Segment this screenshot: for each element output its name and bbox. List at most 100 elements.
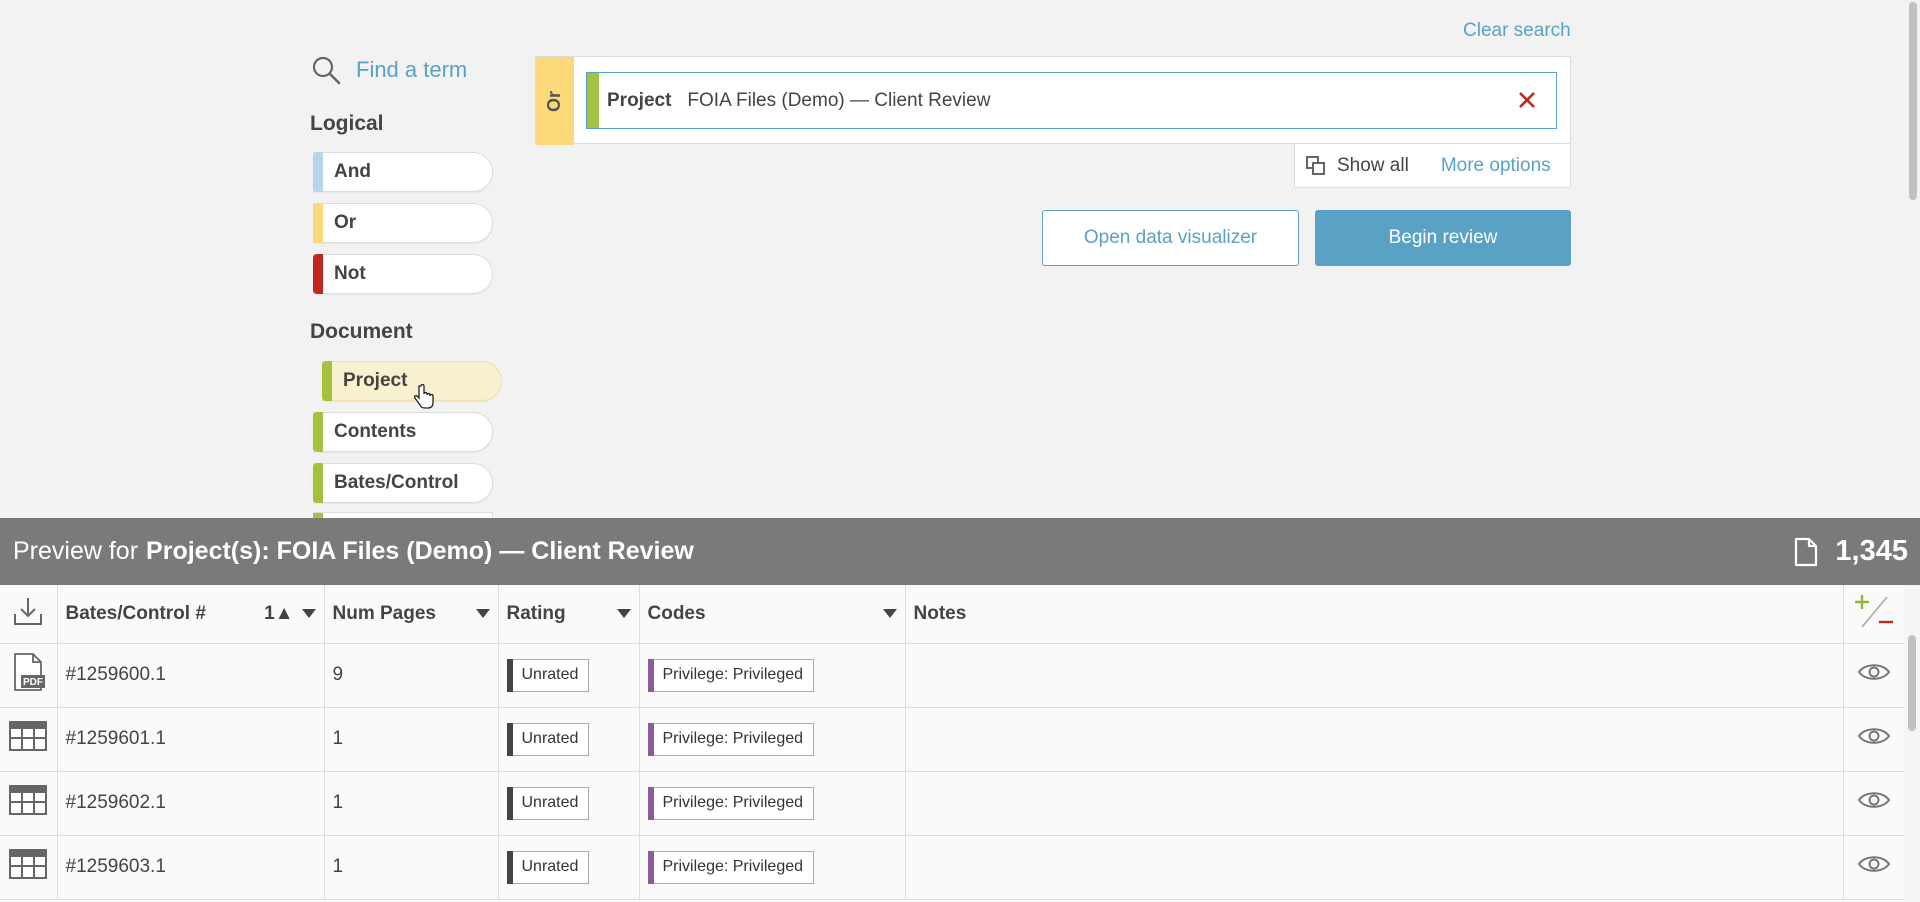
- codes-cell: Privilege: Privileged: [639, 835, 906, 900]
- eye-icon[interactable]: [1857, 661, 1891, 683]
- rating-badge[interactable]: Unrated: [506, 658, 590, 692]
- query-options-bar: Show all More options: [1294, 144, 1571, 188]
- rating-cell: Unrated: [498, 643, 640, 708]
- hand-cursor-icon: [413, 384, 434, 409]
- codes-cell: Privilege: Privileged: [639, 643, 906, 708]
- more-options-link[interactable]: More options: [1441, 155, 1551, 177]
- table-scrollbar-thumb[interactable]: [1908, 635, 1916, 731]
- rating-cell: Unrated: [498, 771, 640, 836]
- rating-badge[interactable]: Unrated: [506, 786, 590, 820]
- column-label: Notes: [913, 602, 967, 624]
- download-icon[interactable]: [11, 594, 45, 628]
- table-row[interactable]: PDF #1259600.1 9 Unrated Privilege: Priv…: [0, 643, 1905, 708]
- file-type-cell: [0, 771, 58, 836]
- column-menu-icon[interactable]: [475, 609, 490, 619]
- query-term-chip[interactable]: Project FOIA Files (Demo) — Client Revie…: [586, 72, 1557, 129]
- code-tag[interactable]: Privilege: Privileged: [647, 722, 815, 756]
- bates-cell: #1259602.1: [57, 771, 325, 836]
- term-value: FOIA Files (Demo) — Client Review: [687, 89, 991, 111]
- num-pages-cell: 1: [324, 835, 499, 900]
- view-cell: [1843, 643, 1905, 708]
- query-builder: Or Project FOIA Files (Demo) — Client Re…: [535, 56, 1571, 145]
- rating-cell: Unrated: [498, 835, 640, 900]
- num-pages-cell: 9: [324, 643, 499, 708]
- pill-label: Project: [343, 370, 408, 391]
- view-cell: [1843, 771, 1905, 836]
- notes-cell[interactable]: [905, 835, 1844, 900]
- eye-icon[interactable]: [1857, 853, 1891, 875]
- column-menu-icon[interactable]: [301, 609, 316, 619]
- open-data-visualizer-button[interactable]: Open data visualizer: [1042, 210, 1299, 266]
- page-scrollbar[interactable]: [1906, 0, 1920, 518]
- bates-cell: #1259603.1: [57, 835, 325, 900]
- results-table: Bates/Control # 1▲ Num Pages Rating Code…: [0, 585, 1905, 900]
- column-menu-icon[interactable]: [616, 609, 631, 619]
- term-pill-or[interactable]: Or: [313, 203, 493, 243]
- term-pill-and[interactable]: And: [313, 152, 493, 192]
- file-type-cell: [0, 835, 58, 900]
- pill-label: Or: [334, 212, 357, 233]
- code-tag[interactable]: Privilege: Privileged: [647, 850, 815, 884]
- pill-label: And: [334, 161, 371, 182]
- spreadsheet-icon: [9, 849, 48, 879]
- page-scrollbar-thumb[interactable]: [1909, 2, 1917, 200]
- view-cell: [1843, 835, 1905, 900]
- pdf-icon: PDF: [14, 653, 46, 691]
- table-header-row: Bates/Control # 1▲ Num Pages Rating Code…: [0, 585, 1905, 644]
- file-type-cell: PDF: [0, 643, 58, 708]
- num-pages-cell: 1: [324, 771, 499, 836]
- num-pages-cell: 1: [324, 707, 499, 772]
- column-header-notes[interactable]: Notes: [905, 585, 1844, 644]
- find-term-search[interactable]: Find a term: [310, 54, 467, 86]
- notes-cell[interactable]: [905, 643, 1844, 708]
- spreadsheet-icon: [9, 785, 48, 815]
- bates-cell: #1259601.1: [57, 707, 325, 772]
- eye-icon[interactable]: [1857, 725, 1891, 747]
- term-pill-bates-control[interactable]: Bates/Control: [313, 463, 493, 503]
- table-row[interactable]: #1259601.1 1 Unrated Privilege: Privileg…: [0, 707, 1905, 772]
- clear-search-link[interactable]: Clear search: [1463, 20, 1571, 42]
- document-section-title: Document: [310, 320, 413, 343]
- table-row[interactable]: #1259603.1 1 Unrated Privilege: Privileg…: [0, 835, 1905, 900]
- term-pill-not[interactable]: Not: [313, 254, 493, 294]
- column-label: Num Pages: [332, 602, 436, 624]
- expand-copies-icon: [1306, 155, 1325, 175]
- column-label: Rating: [506, 602, 566, 624]
- add-remove-columns-icon[interactable]: [1854, 591, 1894, 631]
- rating-cell: Unrated: [498, 707, 640, 772]
- rating-badge[interactable]: Unrated: [506, 722, 590, 756]
- add-remove-columns-header[interactable]: [1843, 585, 1905, 644]
- table-row[interactable]: #1259602.1 1 Unrated Privilege: Privileg…: [0, 771, 1905, 836]
- notes-cell[interactable]: [905, 771, 1844, 836]
- document-icon: [1795, 537, 1818, 566]
- svg-text:PDF: PDF: [23, 677, 43, 688]
- table-scrollbar[interactable]: [1904, 585, 1920, 902]
- notes-cell[interactable]: [905, 707, 1844, 772]
- find-term-label: Find a term: [356, 57, 468, 82]
- begin-review-button[interactable]: Begin review: [1315, 210, 1571, 266]
- code-tag[interactable]: Privilege: Privileged: [647, 786, 815, 820]
- column-header-bates[interactable]: Bates/Control # 1▲: [57, 585, 325, 644]
- pill-label: Contents: [334, 421, 417, 442]
- rating-badge[interactable]: Unrated: [506, 850, 590, 884]
- pill-label: Bates/Control: [334, 472, 459, 493]
- term-pill-project[interactable]: Project: [322, 361, 502, 409]
- operator-tab-or[interactable]: Or: [536, 57, 574, 145]
- preview-title-project: Project(s): FOIA Files (Demo) — Client R…: [146, 537, 694, 565]
- column-header-rating[interactable]: Rating: [498, 585, 640, 644]
- column-header-num-pages[interactable]: Num Pages: [324, 585, 499, 644]
- term-pill-contents[interactable]: Contents: [313, 412, 493, 452]
- code-tag[interactable]: Privilege: Privileged: [647, 658, 815, 692]
- operator-label: Or: [544, 90, 565, 112]
- download-column-header[interactable]: [0, 585, 58, 644]
- column-header-codes[interactable]: Codes: [639, 585, 906, 644]
- show-all-label: Show all: [1337, 154, 1409, 176]
- pill-label: Not: [334, 263, 366, 284]
- column-menu-icon[interactable]: [882, 609, 897, 619]
- file-type-cell: [0, 707, 58, 772]
- show-all-button[interactable]: Show all: [1305, 155, 1409, 177]
- close-icon[interactable]: [1514, 87, 1540, 113]
- eye-icon[interactable]: [1857, 789, 1891, 811]
- document-count-value: 1,345: [1835, 535, 1908, 567]
- logical-section-title: Logical: [310, 112, 384, 135]
